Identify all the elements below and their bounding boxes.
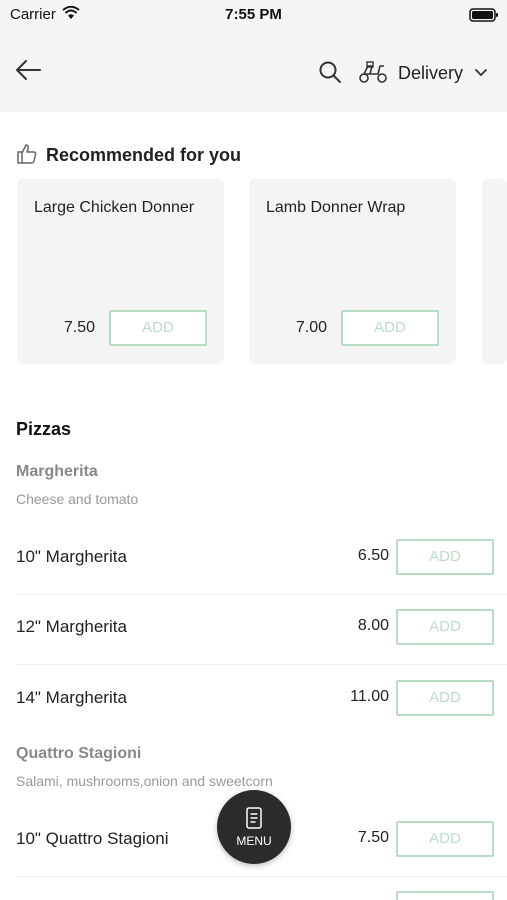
- search-icon[interactable]: [318, 60, 342, 84]
- group-title: Margherita: [16, 463, 98, 480]
- chevron-down-icon: [475, 69, 487, 77]
- add-button[interactable]: ADD: [341, 310, 439, 346]
- group-description: Salami, mushrooms,onion and sweetcorn: [16, 773, 273, 789]
- recommended-item-name: Lamb Donner Wrap: [266, 199, 406, 216]
- recommended-card[interactable]: Large Chicken Donner 7.50 ADD: [17, 179, 224, 364]
- recommended-card[interactable]: Lamb Donner Wrap 7.00 ADD: [249, 179, 456, 364]
- group-description: Cheese and tomato: [16, 491, 139, 507]
- recommended-item-price: 7.50: [63, 319, 95, 336]
- menu-item-name: 14" Margherita: [16, 688, 127, 707]
- add-button[interactable]: ADD: [396, 680, 494, 716]
- add-button[interactable]: ADD: [109, 310, 207, 346]
- menu-fab-label: MENU: [236, 834, 272, 848]
- menu-item-price: 6.50: [357, 547, 389, 564]
- recommended-item-price: 7.00: [295, 319, 327, 336]
- back-arrow-icon[interactable]: [14, 58, 42, 82]
- top-bar: Delivery: [0, 32, 507, 112]
- add-button-partial[interactable]: [396, 891, 494, 900]
- add-button[interactable]: ADD: [396, 821, 494, 857]
- menu-item-name: 10" Quattro Stagioni: [16, 829, 169, 848]
- battery-icon: [469, 8, 498, 22]
- menu-item-price: 11.00: [350, 688, 389, 705]
- recommended-title: Recommended for you: [46, 145, 242, 165]
- divider: [16, 664, 507, 665]
- delivery-mode-select[interactable]: Delivery: [358, 56, 498, 88]
- add-button[interactable]: ADD: [396, 539, 494, 575]
- menu-fab-button[interactable]: MENU: [217, 790, 291, 864]
- add-button[interactable]: ADD: [396, 609, 494, 645]
- clock: 7:55 PM: [225, 6, 282, 23]
- menu-item-price: 7.50: [357, 829, 389, 846]
- menu-item-row[interactable]: 14" Margherita 11.00 ADD: [0, 666, 507, 736]
- group-title: Quattro Stagioni: [16, 745, 142, 762]
- menu-item-name: 10" Margherita: [16, 547, 127, 566]
- divider: [16, 876, 507, 877]
- status-bar: Carrier 7:55 PM: [0, 0, 507, 32]
- section-title-pizzas: Pizzas: [16, 419, 72, 439]
- recommended-item-name: Large Chicken Donner: [34, 199, 195, 216]
- recommended-card-partial[interactable]: [482, 179, 507, 364]
- menu-item-price: 8.00: [357, 617, 389, 634]
- thumbs-up-icon: [17, 144, 37, 164]
- delivery-label: Delivery: [398, 63, 464, 83]
- scooter-icon: [359, 61, 387, 83]
- menu-item-name: 12" Margherita: [16, 617, 127, 636]
- menu-item-row[interactable]: 10" Margherita 6.50 ADD: [0, 525, 507, 595]
- menu-item-row[interactable]: 12" Margherita 8.00 ADD: [0, 595, 507, 665]
- menu-book-icon: [246, 807, 262, 829]
